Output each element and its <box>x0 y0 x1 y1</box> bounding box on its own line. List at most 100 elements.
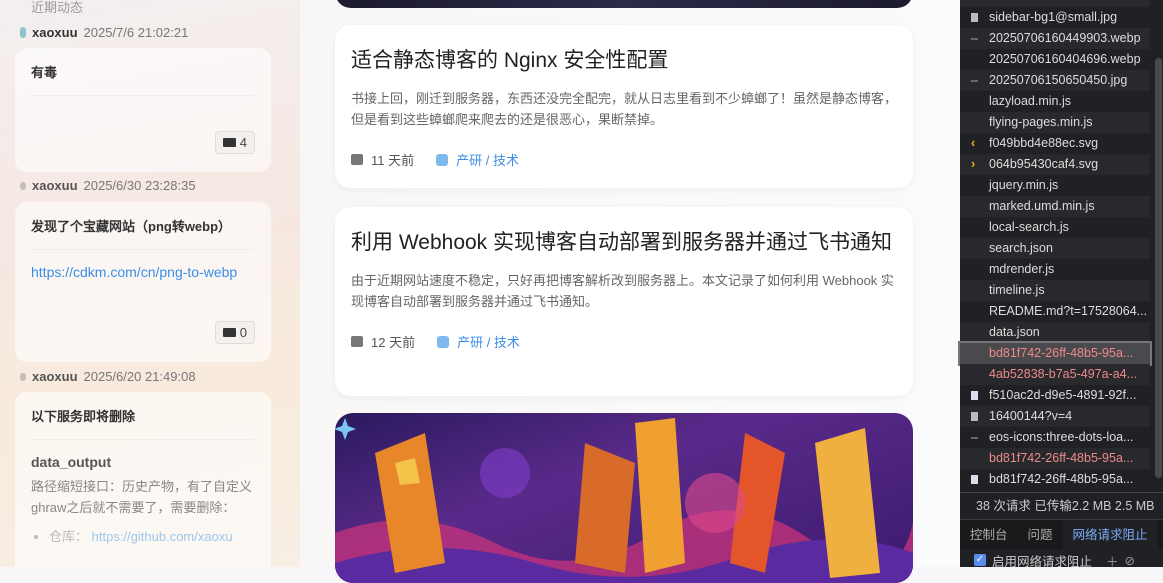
request-name: data.json <box>989 325 1040 339</box>
no-icon <box>971 223 978 232</box>
request-name: timeline.js <box>989 283 1045 297</box>
request-name: 4ab52838-b7a5-497a-a4... <box>989 367 1138 381</box>
network-request-list: sidebar-bg1@small.jpg 20250706160449903.w… <box>958 0 1163 490</box>
moment-title: 以下服务即将删除 <box>31 406 255 440</box>
request-name: jquery.min.js <box>989 178 1059 192</box>
moment-link[interactable]: https://cdkm.com/cn/png-to-webp <box>31 262 255 283</box>
post-cover-image[interactable] <box>335 0 913 8</box>
post-cover-image[interactable] <box>335 413 913 583</box>
timeline-entry-header: xaoxuu 2025/7/6 21:02:21 <box>20 25 188 40</box>
timeline-dot-icon <box>20 27 26 38</box>
post-title[interactable]: 适合静态博客的 Nginx 安全性配置 <box>351 48 897 74</box>
post-card[interactable]: 适合静态博客的 Nginx 安全性配置 书接上回，刚迁到服务器，东西还没完全配完… <box>335 25 913 188</box>
network-request-row[interactable]: f510ac2d-d9e5-4891-92f... <box>960 385 1150 406</box>
request-name: 064b95430caf4.svg <box>989 157 1099 171</box>
network-request-row[interactable]: 4ab52838-b7a5-497a-a4... <box>960 364 1150 385</box>
chevron-right-icon: › <box>971 157 976 171</box>
devtools-drawer-tabs: 控制台 问题 网络请求阻止 <box>960 519 1163 549</box>
request-name: search.json <box>989 241 1053 255</box>
network-request-row[interactable]: marked.umd.min.js <box>960 196 1150 217</box>
network-request-row[interactable]: 20250706160449903.webp <box>960 28 1150 49</box>
network-request-row[interactable]: local-search.js <box>960 217 1150 238</box>
post-category[interactable]: 产研 / 技术 <box>437 332 520 351</box>
tab-issues[interactable]: 问题 <box>1018 520 1063 549</box>
request-name: eos-icons:three-dots-loa... <box>989 430 1134 444</box>
timeline-entry-header: xaoxuu 2025/6/30 23:28:35 <box>20 178 196 193</box>
post-category[interactable]: 产研 / 技术 <box>436 150 519 169</box>
network-request-row[interactable]: 20250706150650450.jpg <box>960 70 1150 91</box>
no-icon <box>971 307 978 316</box>
no-icon <box>971 286 978 295</box>
comments-button[interactable]: 4 <box>214 131 255 154</box>
file-icon <box>971 437 978 439</box>
network-request-row[interactable]: jquery.min.js <box>960 175 1150 196</box>
network-status-bar: 38 次请求 已传输2.2 MB 2.5 MB <box>960 492 1163 518</box>
network-request-row[interactable] <box>960 0 1150 7</box>
network-request-row[interactable]: bd81f742-26ff-48b5-95a... <box>958 341 1152 366</box>
calendar-icon <box>351 154 363 165</box>
comment-count: 0 <box>239 325 247 340</box>
network-request-row[interactable]: README.md?t=17528064... <box>960 301 1150 322</box>
post-excerpt: 书接上回，刚迁到服务器，东西还没完全配完，就从日志里看到不少蟑螂了！虽然是静态博… <box>351 91 898 127</box>
post-list: 适合静态博客的 Nginx 安全性配置 书接上回，刚迁到服务器，东西还没完全配完… <box>300 0 960 583</box>
calendar-icon <box>351 336 363 347</box>
network-request-row[interactable]: 20250706160404696.webp <box>960 49 1150 70</box>
network-request-row[interactable]: timeline.js <box>960 280 1150 301</box>
document-icon <box>971 391 978 400</box>
network-request-row[interactable]: bd81f742-26ff-48b5-95a... <box>960 469 1150 490</box>
request-name: bd81f742-26ff-48b5-95a... <box>989 451 1134 465</box>
tab-console[interactable]: 控制台 <box>960 520 1018 549</box>
scrollbar[interactable] <box>1155 58 1162 478</box>
no-icon <box>971 370 978 379</box>
date-text: 12 天前 <box>371 335 416 350</box>
no-icon <box>971 454 978 463</box>
timeline-entry-header: xaoxuu 2025/6/20 21:49:08 <box>20 369 196 384</box>
author: xaoxuu <box>32 369 78 384</box>
network-request-row[interactable]: data.json <box>960 322 1150 343</box>
comment-icon <box>222 138 236 147</box>
sidebar: 近期动态 xaoxuu 2025/7/6 21:02:21 有毒 4 xaoxuu… <box>0 0 300 567</box>
no-icon <box>971 244 978 253</box>
file-icon <box>971 80 978 82</box>
list-link[interactable]: https://github.com/xaoxu <box>92 529 233 544</box>
moment-body: 路径缩短接口：历史产物，有了自定义ghraw之后就不需要了，需要删除： <box>31 479 253 515</box>
category-icon <box>436 153 449 166</box>
network-request-row[interactable]: flying-pages.min.js <box>960 112 1150 133</box>
comments-button[interactable]: 0 <box>214 321 255 344</box>
moment-card: 发现了个宝藏网站（png转webp） https://cdkm.com/cn/p… <box>15 202 271 362</box>
file-icon <box>971 38 978 40</box>
tab-network-request-blocking[interactable]: 网络请求阻止 <box>1062 520 1158 549</box>
section-title: 近期动态 <box>31 0 84 15</box>
no-icon <box>971 328 978 337</box>
request-name: flying-pages.min.js <box>989 115 1093 129</box>
network-request-row[interactable]: search.json <box>960 238 1150 259</box>
enable-blocking-checkbox[interactable]: ✓ <box>974 554 986 566</box>
network-request-row[interactable]: ‹ f049bbd4e88ec.svg <box>960 133 1150 154</box>
network-request-row[interactable]: mdrender.js <box>960 259 1150 280</box>
network-request-row[interactable]: eos-icons:three-dots-loa... <box>960 427 1150 448</box>
request-name: 20250706150650450.jpg <box>989 73 1128 87</box>
timestamp: 2025/6/20 21:49:08 <box>83 369 196 384</box>
list-label: 仓库： <box>49 529 89 544</box>
timeline-dot-icon <box>20 181 26 190</box>
network-request-row[interactable]: 16400144?v=4 <box>960 406 1150 427</box>
moment-title: 有毒 <box>31 62 255 96</box>
post-card[interactable]: 利用 Webhook 实现博客自动部署到服务器并通过飞书通知 由于近期网站速度不… <box>335 207 913 396</box>
post-date: 12 天前 <box>351 332 415 351</box>
comment-count: 4 <box>239 135 247 150</box>
clear-icon[interactable]: ⊘ <box>1125 553 1135 568</box>
document-icon <box>971 475 978 484</box>
network-request-row[interactable]: sidebar-bg1@small.jpg <box>960 7 1150 28</box>
network-request-row[interactable]: › 064b95430caf4.svg <box>960 154 1150 175</box>
no-icon <box>971 349 978 358</box>
chevron-left-icon: ‹ <box>971 136 976 150</box>
category-icon <box>437 335 450 348</box>
timeline-dot-icon <box>20 372 26 381</box>
request-name: 20250706160404696.webp <box>989 52 1141 66</box>
moment-title: 发现了个宝藏网站（png转webp） <box>31 216 255 250</box>
network-request-row[interactable]: bd81f742-26ff-48b5-95a... <box>960 448 1150 469</box>
request-name: bd81f742-26ff-48b5-95a... <box>989 346 1134 360</box>
post-title[interactable]: 利用 Webhook 实现博客自动部署到服务器并通过飞书通知 <box>351 230 897 256</box>
request-name: f510ac2d-d9e5-4891-92f... <box>989 388 1137 402</box>
network-request-row[interactable]: lazyload.min.js <box>960 91 1150 112</box>
